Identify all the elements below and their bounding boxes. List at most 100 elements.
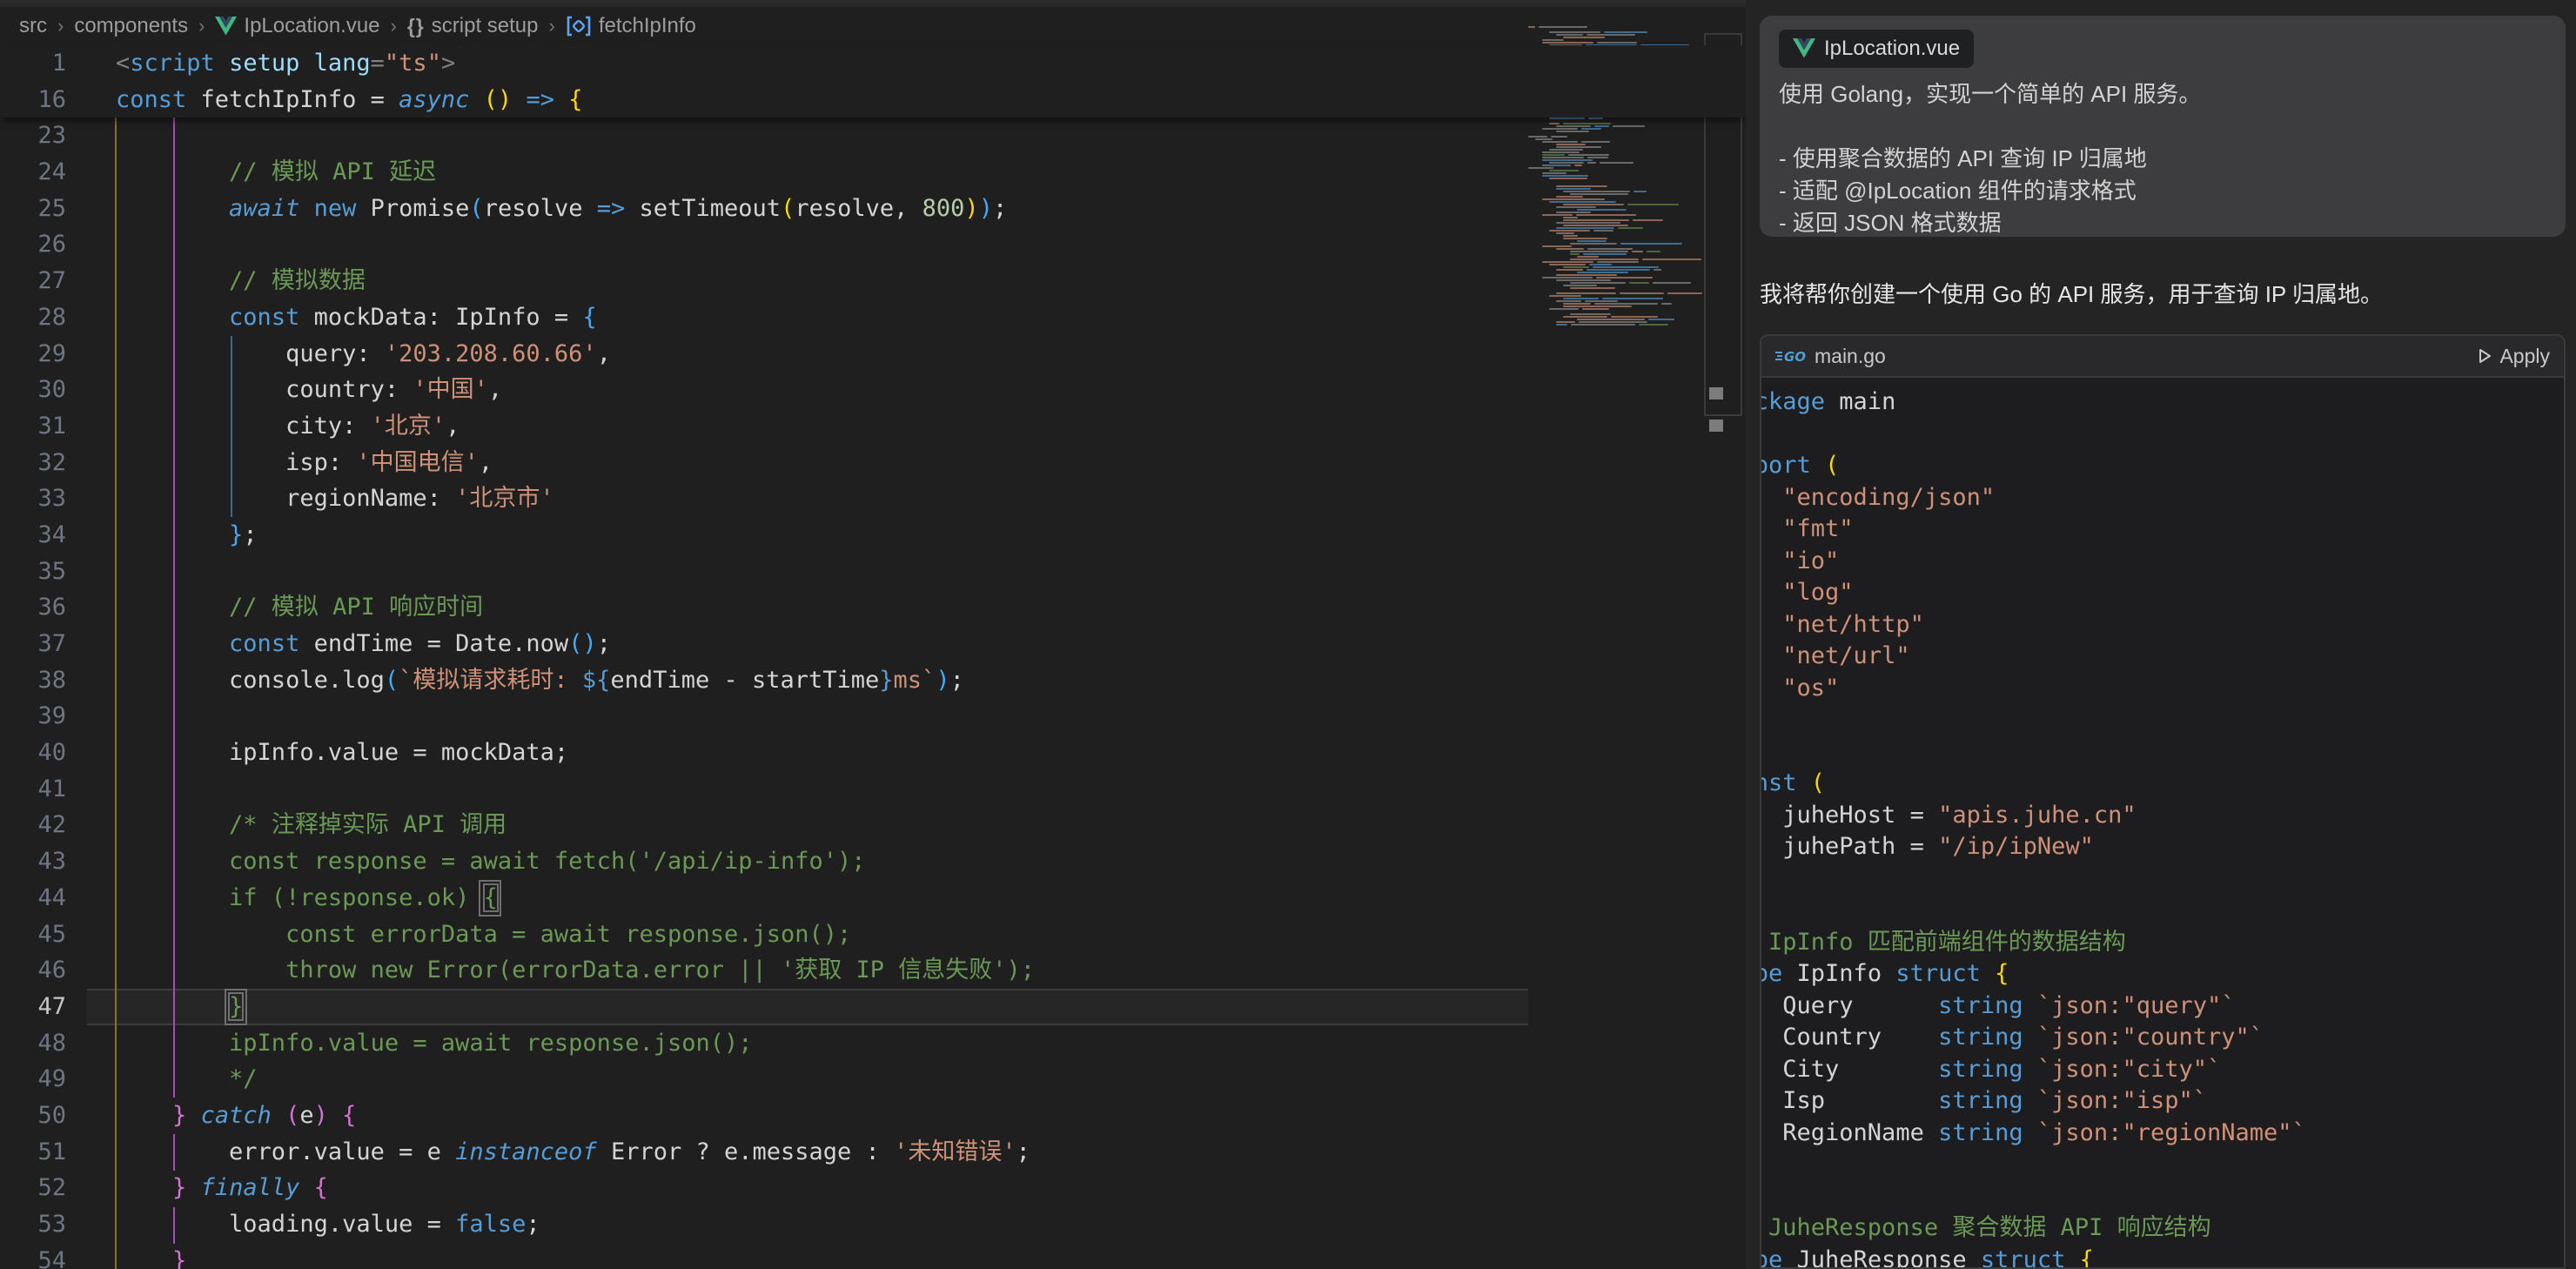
- minimap-segment: [1570, 287, 1615, 289]
- minimap-segment: [1570, 258, 1639, 260]
- code-line-16[interactable]: 16const fetchIpInfo = async () => {: [0, 82, 1746, 118]
- breadcrumb-item-fetchipinfo[interactable]: fetchIpInfo: [566, 14, 696, 38]
- code-line-30[interactable]: 30 country: '中国',: [0, 372, 1746, 408]
- code-line-32[interactable]: 32 isp: '中国电信',: [0, 445, 1746, 481]
- code-line-43[interactable]: 43 const response = await fetch('/api/ip…: [0, 843, 1746, 880]
- code-line-53[interactable]: 53 loading.value = false;: [0, 1206, 1746, 1243]
- code-token: setTimeout: [625, 195, 781, 222]
- code-token: const: [229, 304, 299, 331]
- code-line-25[interactable]: 25 await new Promise(resolve => setTimeo…: [0, 191, 1746, 227]
- line-number: 39: [0, 698, 66, 735]
- apply-button[interactable]: Apply: [2479, 345, 2550, 368]
- minimap-segment: [1582, 308, 1609, 310]
- minimap-line: [1542, 42, 1702, 44]
- code-line-50[interactable]: 50 } catch (e) {: [0, 1098, 1746, 1134]
- code-token: // JuheResponse 聚合数据 API 响应结构: [1761, 1214, 2211, 1241]
- minimap-segment: [1556, 212, 1591, 213]
- code-line-46[interactable]: 46 throw new Error(errorData.error || '获…: [0, 952, 1746, 989]
- minimap-segment: [1556, 206, 1596, 208]
- code-token: "os": [1782, 675, 1839, 702]
- code-line-24[interactable]: 24 // 模拟 API 延迟: [0, 154, 1746, 191]
- code-token: [1797, 769, 1811, 796]
- code-line-37[interactable]: 37 const endTime = Date.now();: [0, 626, 1746, 662]
- minimap-segment: [1556, 34, 1583, 36]
- breadcrumb-item-script-setup[interactable]: {}script setup: [407, 14, 539, 38]
- code-line-47[interactable]: 47 }: [0, 989, 1746, 1025]
- line-number: 25: [0, 191, 66, 227]
- code-block-line: juheHost = "apis.juhe.cn": [1761, 800, 2557, 832]
- code-token: (: [285, 1102, 299, 1129]
- symbol-method-icon: [566, 15, 592, 37]
- breadcrumb-item-src[interactable]: src: [19, 14, 47, 38]
- code-token: // 模拟数据: [229, 267, 366, 294]
- minimap-segment: [1563, 219, 1629, 221]
- minimap-line: [1556, 188, 1702, 190]
- code-line-36[interactable]: 36 // 模拟 API 响应时间: [0, 589, 1746, 626]
- minimap-line: [1563, 266, 1702, 268]
- minimap-segment: [1581, 141, 1610, 143]
- line-content: throw new Error(errorData.error || '获取 I…: [116, 952, 1035, 989]
- code-block-line: juhePath = "/ip/ipNew": [1761, 831, 2557, 863]
- code-line-28[interactable]: 28 const mockData: IpInfo = {: [0, 299, 1746, 336]
- code-line-41[interactable]: 41: [0, 771, 1746, 808]
- code-token: (: [781, 195, 795, 222]
- code-line-44[interactable]: 44 if (!response.ok) {: [0, 880, 1746, 916]
- code-line-27[interactable]: 27 // 模拟数据: [0, 263, 1746, 299]
- minimap-segment: [1528, 26, 1535, 28]
- code-line-48[interactable]: 48 ipInfo.value = await response.json();: [0, 1025, 1746, 1062]
- code-block-line: [1761, 419, 2557, 451]
- code-token: const: [116, 86, 186, 113]
- code-block-line: ): [1761, 863, 2557, 896]
- minimap-line: [1528, 136, 1702, 138]
- code-token: '北京': [371, 413, 446, 440]
- code-token: struct: [1981, 1246, 2066, 1268]
- sticky-scroll-lines[interactable]: 1<script setup lang="ts">16const fetchIp…: [0, 45, 1746, 118]
- code-line-33[interactable]: 33 regionName: '北京市': [0, 480, 1746, 517]
- context-file-chip[interactable]: IpLocation.vue: [1779, 30, 1974, 68]
- code-line-1[interactable]: 1<script setup lang="ts">: [0, 45, 1746, 82]
- minimap-line: [1556, 206, 1702, 208]
- minimap-segment: [1587, 269, 1649, 271]
- breadcrumb-item-components[interactable]: components: [74, 14, 188, 38]
- code-line-31[interactable]: 31 city: '北京',: [0, 408, 1746, 445]
- code-line-34[interactable]: 34 };: [0, 517, 1746, 554]
- line-number: 49: [0, 1061, 66, 1098]
- code-token: (): [484, 86, 513, 113]
- code-token: country:: [116, 376, 413, 403]
- minimap-segment: [1556, 196, 1583, 198]
- minimap-line: [1528, 180, 1702, 182]
- code-token: ): [964, 195, 978, 222]
- code-lines[interactable]: 2324 // 模拟 API 延迟25 await new Promise(re…: [0, 118, 1746, 1269]
- code-token: throw new Error(errorData.error || '获取 I…: [116, 957, 1035, 984]
- code-token: 800: [922, 195, 965, 222]
- code-line-38[interactable]: 38 console.log(`模拟请求耗时: ${endTime - star…: [0, 662, 1746, 699]
- code-line-49[interactable]: 49 */: [0, 1061, 1746, 1098]
- minimap-segment: [1661, 303, 1672, 305]
- code-line-40[interactable]: 40 ipInfo.value = mockData;: [0, 735, 1746, 771]
- code-token: [186, 1102, 200, 1129]
- code-token: `json:"isp"`: [2037, 1087, 2207, 1114]
- minimap-segment: [1549, 123, 1560, 124]
- code-line-26[interactable]: 26: [0, 226, 1746, 263]
- code-block-line: type IpInfo struct {: [1761, 958, 2557, 990]
- minimap-line: [1542, 151, 1702, 153]
- code-editor[interactable]: src›components›IpLocation.vue›{}script s…: [0, 0, 1746, 1269]
- code-line-52[interactable]: 52 } finally {: [0, 1170, 1746, 1206]
- code-line-51[interactable]: 51 error.value = e instanceof Error ? e.…: [0, 1134, 1746, 1171]
- code-line-45[interactable]: 45 const errorData = await response.json…: [0, 916, 1746, 953]
- line-number: 43: [0, 843, 66, 880]
- code-line-35[interactable]: 35: [0, 554, 1746, 590]
- code-token: '中国': [413, 376, 488, 403]
- breadcrumb-item-iplocation-vue[interactable]: IpLocation.vue: [215, 14, 379, 38]
- code-line-54[interactable]: 54 }: [0, 1243, 1746, 1269]
- minimap-segment: [1585, 300, 1618, 302]
- minimap-line: [1542, 128, 1702, 130]
- minimap-segment: [1620, 243, 1682, 245]
- code-line-23[interactable]: 23: [0, 118, 1746, 154]
- code-line-39[interactable]: 39: [0, 698, 1746, 735]
- code-line-42[interactable]: 42 /* 注释掉实际 API 调用: [0, 807, 1746, 843]
- minimap-line: [1542, 245, 1702, 247]
- scrollbar[interactable]: [1704, 0, 1744, 1269]
- code-line-29[interactable]: 29 query: '203.208.60.66',: [0, 336, 1746, 373]
- minimap-segment: [1579, 321, 1647, 323]
